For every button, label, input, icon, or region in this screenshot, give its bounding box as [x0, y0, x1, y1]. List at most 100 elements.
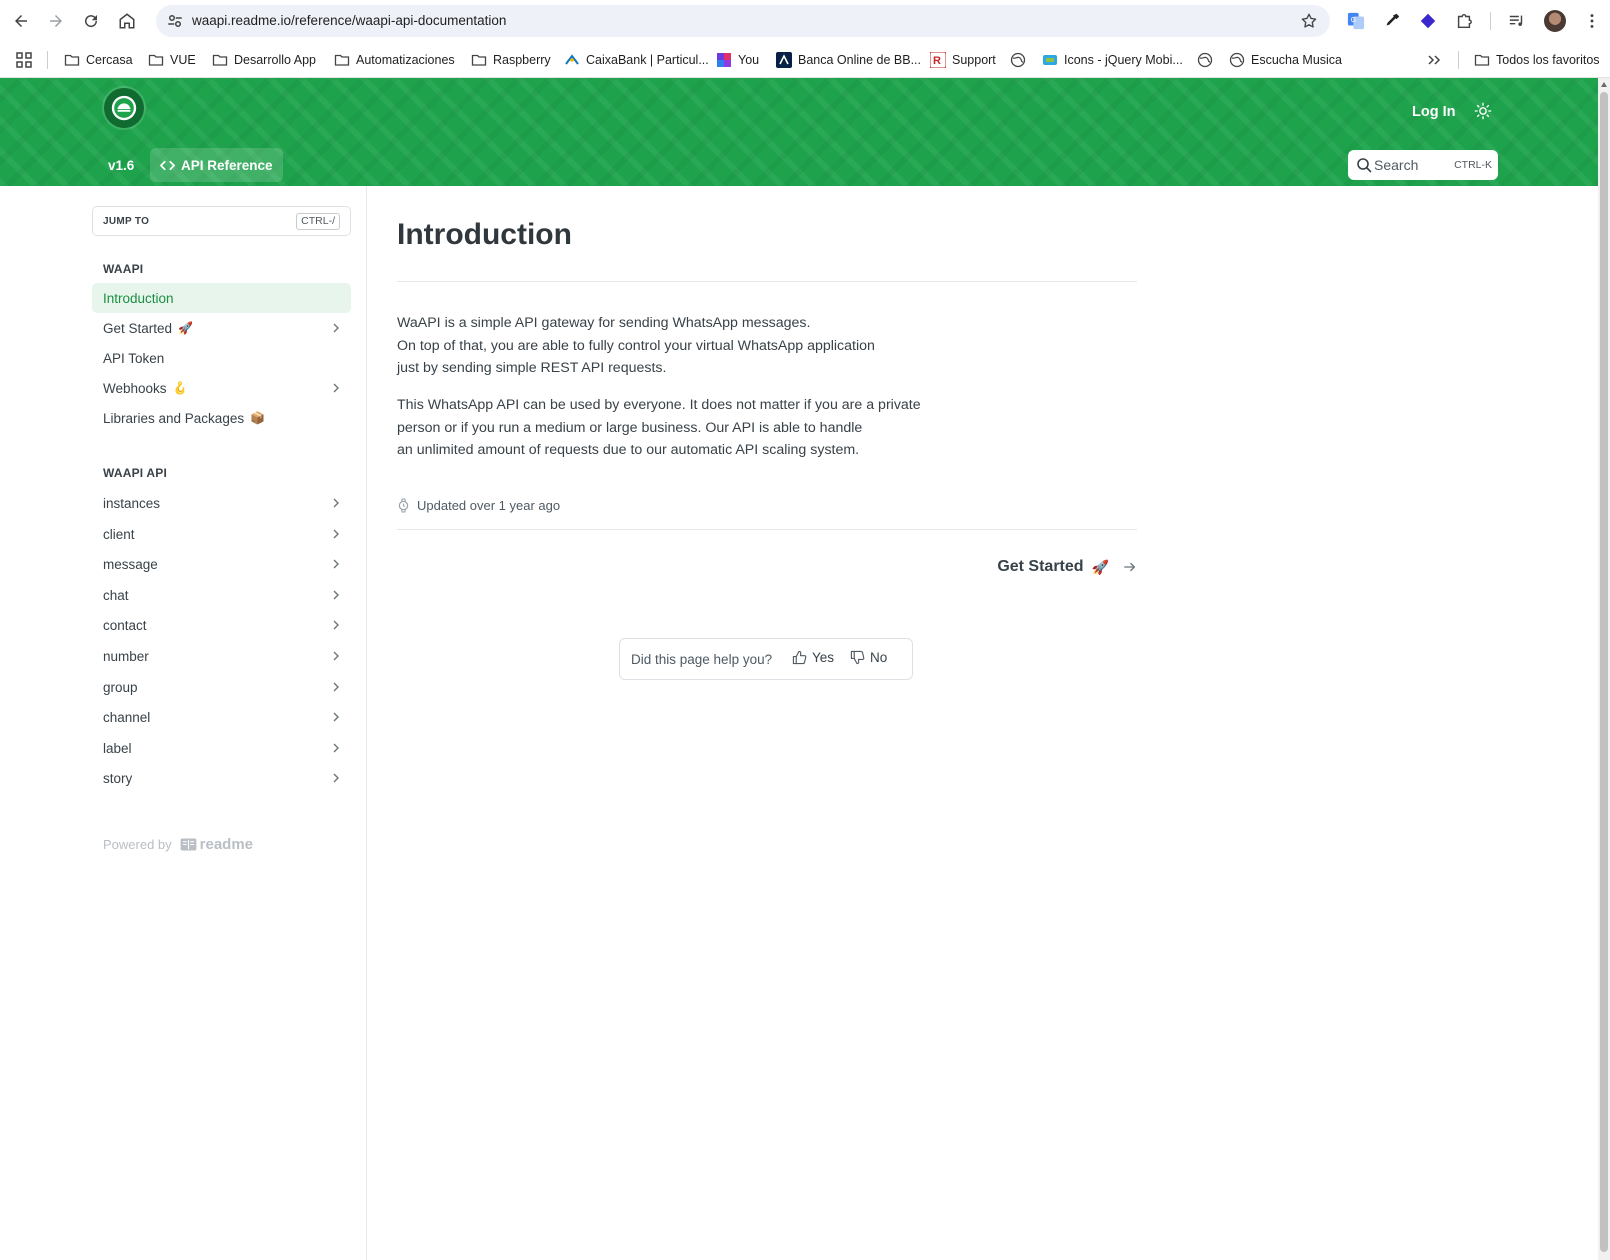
translate-extension-icon[interactable]: G: [1346, 11, 1366, 31]
chevron-right-icon[interactable]: [330, 681, 342, 693]
tab-api-reference[interactable]: API Reference: [150, 148, 283, 182]
chevron-right-icon[interactable]: [330, 619, 342, 631]
sidebar-item-label-endpoint[interactable]: label: [92, 733, 351, 763]
cube-extension-icon[interactable]: [1418, 11, 1438, 31]
bookmark-label: Support: [952, 53, 996, 67]
bookmark-you[interactable]: You: [716, 50, 759, 70]
address-bar[interactable]: waapi.readme.io/reference/waapi-api-docu…: [156, 5, 1330, 37]
bookmark-support[interactable]: R Support: [930, 50, 996, 70]
sidebar-item-label: contact: [103, 617, 147, 633]
bookmarks-divider: [47, 51, 48, 69]
chevron-right-icon[interactable]: [330, 589, 342, 601]
page-scrollbar[interactable]: [1598, 78, 1610, 1260]
chevron-right-icon[interactable]: [330, 322, 342, 334]
powered-by-readme[interactable]: Powered by readme: [103, 836, 253, 853]
svg-text:R: R: [933, 55, 941, 67]
chevron-right-icon[interactable]: [330, 528, 342, 540]
bookmark-raspberry[interactable]: Raspberry: [471, 50, 551, 70]
all-bookmarks-folder[interactable]: Todos los favoritos: [1474, 50, 1600, 70]
scroll-up-arrow[interactable]: [1601, 82, 1607, 87]
back-button[interactable]: [4, 4, 38, 38]
bookmark-label: Escucha Musica: [1251, 53, 1343, 67]
home-button[interactable]: [110, 4, 144, 38]
bookmark-star-icon[interactable]: [1300, 12, 1318, 30]
version-selector[interactable]: v1.6: [108, 158, 134, 173]
site-info-icon[interactable]: [166, 12, 184, 30]
search-icon: [1357, 158, 1372, 173]
feedback-question: Did this page help you?: [631, 652, 773, 667]
folder-icon: [212, 52, 228, 68]
readme-book-icon: [180, 838, 197, 851]
bookmark-bbva[interactable]: Banca Online de BB...: [776, 50, 921, 70]
sidebar-item-story[interactable]: story: [92, 763, 351, 793]
bookmark-vue[interactable]: VUE: [148, 50, 196, 70]
profile-avatar[interactable]: [1544, 10, 1566, 32]
you-icon: [716, 52, 732, 68]
scrollbar-thumb[interactable]: [1600, 92, 1608, 1252]
feedback-box: Did this page help you? Yes No: [619, 638, 913, 680]
extensions-puzzle-icon[interactable]: [1454, 11, 1474, 31]
waapi-logo[interactable]: [104, 88, 144, 128]
globe-icon: [1010, 52, 1026, 68]
login-link[interactable]: Log In: [1412, 104, 1456, 120]
sidebar-item-client[interactable]: client: [92, 519, 351, 549]
watch-icon: [398, 498, 409, 513]
bookmark-escucha-musica[interactable]: Escucha Musica: [1229, 50, 1342, 70]
bookmark-caixabank[interactable]: CaixaBank | Particul...: [564, 50, 709, 70]
sidebar-item-get-started[interactable]: Get Started 🚀: [92, 313, 351, 343]
sidebar-item-introduction[interactable]: Introduction: [92, 283, 351, 313]
eyedropper-extension-icon[interactable]: [1382, 11, 1402, 31]
next-page-link[interactable]: Get Started 🚀: [997, 558, 1137, 576]
bookmark-cercasa[interactable]: Cercasa: [64, 50, 133, 70]
search-shortcut: CTRL-K: [1454, 159, 1492, 171]
media-controls-icon[interactable]: [1507, 11, 1527, 31]
sidebar-item-webhooks[interactable]: Webhooks 🪝: [92, 373, 351, 403]
bookmark-label: Todos los favoritos: [1496, 53, 1600, 67]
sidebar-item-number[interactable]: number: [92, 641, 351, 671]
sidebar-item-libraries[interactable]: Libraries and Packages 📦: [92, 403, 351, 433]
sidebar-item-contact[interactable]: contact: [92, 610, 351, 640]
sidebar-item-label: API Token: [103, 350, 165, 366]
feedback-yes-label: Yes: [812, 650, 835, 665]
feedback-no-button[interactable]: No: [850, 650, 887, 665]
reload-button[interactable]: [74, 4, 108, 38]
bookmark-globe-2[interactable]: [1197, 50, 1213, 70]
toolbar-divider: [1490, 12, 1491, 30]
site-header: Log In v1.6 API Reference Search CTRL-K: [0, 78, 1598, 186]
bookmark-desarrollo-app[interactable]: Desarrollo App: [212, 50, 316, 70]
apps-grid-button[interactable]: [16, 50, 32, 70]
sidebar-item-label: number: [103, 648, 149, 664]
sidebar-item-channel[interactable]: channel: [92, 702, 351, 732]
sidebar-item-instances[interactable]: instances: [92, 488, 351, 518]
forward-button[interactable]: [39, 4, 73, 38]
chevron-right-icon[interactable]: [330, 650, 342, 662]
sidebar-item-message[interactable]: message: [92, 549, 351, 579]
chevron-right-icon[interactable]: [330, 711, 342, 723]
theme-toggle-sun-icon[interactable]: [1474, 102, 1492, 120]
sidebar-item-api-token[interactable]: API Token: [92, 343, 351, 373]
chevron-right-icon[interactable]: [330, 382, 342, 394]
browser-menu-icon[interactable]: [1582, 11, 1602, 31]
arrow-right-icon: [1124, 562, 1136, 572]
next-page-label: Get Started: [997, 558, 1084, 575]
chevron-right-icon[interactable]: [330, 497, 342, 509]
bookmark-automatizaciones[interactable]: Automatizaciones: [334, 50, 455, 70]
search-input[interactable]: Search CTRL-K: [1348, 150, 1498, 180]
bookmark-label: Automatizaciones: [356, 53, 455, 67]
bookmark-label: CaixaBank | Particul...: [586, 53, 709, 67]
arrow-right-icon: [50, 15, 62, 27]
bookmarks-divider: [1458, 51, 1459, 69]
sidebar-item-group[interactable]: group: [92, 672, 351, 702]
chevron-right-icon[interactable]: [330, 772, 342, 784]
feedback-yes-button[interactable]: Yes: [792, 650, 834, 665]
chevron-right-icon[interactable]: [330, 558, 342, 570]
more-bookmarks-button[interactable]: [1426, 50, 1442, 70]
url-text: waapi.readme.io/reference/waapi-api-docu…: [192, 13, 507, 28]
sidebar-item-label: Libraries and Packages: [103, 410, 245, 426]
sidebar-item-chat[interactable]: chat: [92, 580, 351, 610]
bookmark-globe[interactable]: [1010, 50, 1026, 70]
bookmark-jquery-icons[interactable]: Icons - jQuery Mobi...: [1042, 50, 1183, 70]
jump-to-input[interactable]: JUMP TO CTRL-/: [92, 206, 351, 236]
jquery-icon: [1042, 52, 1058, 68]
chevron-right-icon[interactable]: [330, 742, 342, 754]
